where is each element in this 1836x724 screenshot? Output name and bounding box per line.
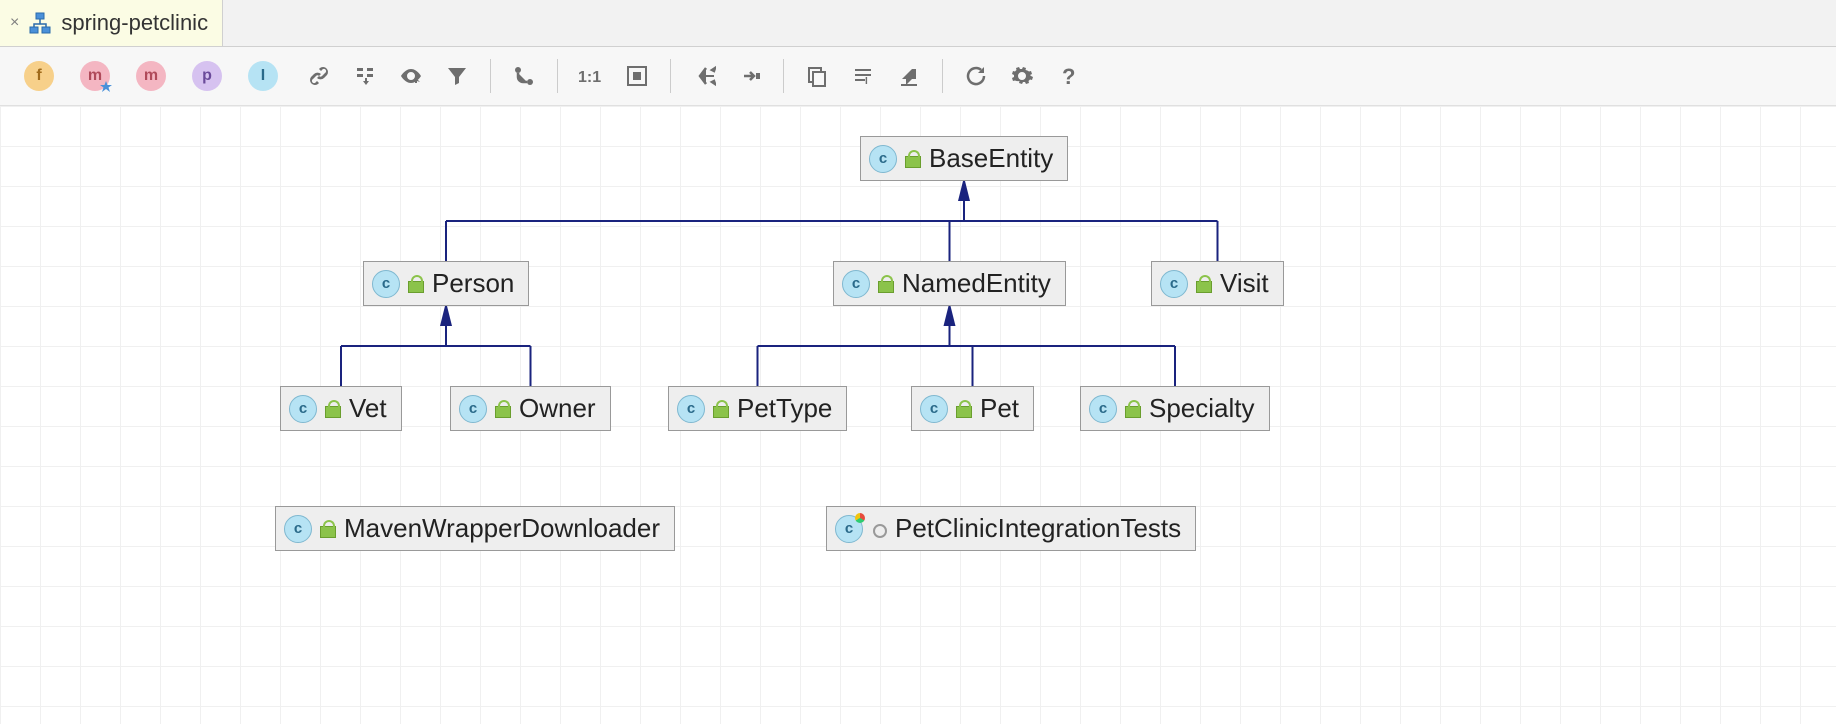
toolbar: fmmpI 1:1 I ? (0, 47, 1836, 106)
class-icon: c (372, 270, 400, 298)
fit-content-icon[interactable] (616, 55, 658, 97)
text-width-icon[interactable]: I (842, 55, 884, 97)
class-label: Person (432, 268, 514, 299)
class-label: Pet (980, 393, 1019, 424)
class-icon: c (677, 395, 705, 423)
scope-badge-f[interactable]: f (18, 55, 60, 97)
visibility-marker-icon (1196, 275, 1212, 293)
diagram-canvas[interactable]: c BaseEntity c Person c NamedEntity c Visit c Vet… (0, 106, 1836, 724)
visibility-marker-icon (905, 150, 921, 168)
collapse-icon[interactable] (729, 55, 771, 97)
svg-text:I: I (865, 76, 868, 87)
class-node-specialty[interactable]: c Specialty (1080, 386, 1270, 431)
class-label: MavenWrapperDownloader (344, 513, 660, 544)
refresh-icon[interactable] (955, 55, 997, 97)
layout-icon[interactable] (344, 55, 386, 97)
class-node-pet[interactable]: c Pet (911, 386, 1034, 431)
visibility-icon[interactable] (390, 55, 432, 97)
class-icon: c (284, 515, 312, 543)
class-icon: c (842, 270, 870, 298)
export-icon[interactable] (888, 55, 930, 97)
link-icon[interactable] (298, 55, 340, 97)
visibility-marker-icon (1125, 400, 1141, 418)
visibility-marker-icon (408, 275, 424, 293)
class-node-vet[interactable]: c Vet (280, 386, 402, 431)
tab-spring-petclinic[interactable]: × spring-petclinic (0, 0, 223, 46)
separator (783, 59, 784, 93)
visibility-marker-icon (495, 400, 511, 418)
split-icon[interactable] (683, 55, 725, 97)
separator (557, 59, 558, 93)
class-node-petclinic[interactable]: c PetClinicIntegrationTests (826, 506, 1196, 551)
class-icon: c (1089, 395, 1117, 423)
separator (942, 59, 943, 93)
class-icon: c (920, 395, 948, 423)
class-label: Specialty (1149, 393, 1255, 424)
filter-icon[interactable] (436, 55, 478, 97)
visibility-marker-icon (713, 400, 729, 418)
class-label: PetType (737, 393, 832, 424)
class-node-person[interactable]: c Person (363, 261, 529, 306)
svg-text:1:1: 1:1 (578, 69, 601, 86)
actual-size-icon[interactable]: 1:1 (570, 55, 612, 97)
copy-icon[interactable] (796, 55, 838, 97)
scope-badge-I[interactable]: I (242, 55, 284, 97)
visibility-marker-icon (320, 520, 336, 538)
class-icon: c (459, 395, 487, 423)
tab-bar: × spring-petclinic (0, 0, 1836, 47)
class-label: BaseEntity (929, 143, 1053, 174)
gear-icon[interactable] (1001, 55, 1043, 97)
separator (490, 59, 491, 93)
class-node-pettype[interactable]: c PetType (668, 386, 847, 431)
svg-text:?: ? (1062, 64, 1075, 88)
diagram-icon (29, 12, 51, 34)
class-label: Visit (1220, 268, 1269, 299)
class-icon: c (869, 145, 897, 173)
class-node-visit[interactable]: c Visit (1151, 261, 1284, 306)
visibility-marker-icon (878, 275, 894, 293)
class-label: Owner (519, 393, 596, 424)
visibility-marker-icon (325, 400, 341, 418)
test-class-icon: c (835, 515, 863, 543)
class-node-owner[interactable]: c Owner (450, 386, 611, 431)
class-icon: c (289, 395, 317, 423)
scope-badge-m[interactable]: m (130, 55, 172, 97)
class-node-baseentity[interactable]: c BaseEntity (860, 136, 1068, 181)
visibility-marker-icon (871, 520, 887, 538)
scope-badge-m[interactable]: m (74, 55, 116, 97)
route-icon[interactable] (503, 55, 545, 97)
class-label: PetClinicIntegrationTests (895, 513, 1181, 544)
visibility-marker-icon (956, 400, 972, 418)
class-label: Vet (349, 393, 387, 424)
separator (670, 59, 671, 93)
class-node-maven[interactable]: c MavenWrapperDownloader (275, 506, 675, 551)
scope-badge-p[interactable]: p (186, 55, 228, 97)
help-icon[interactable]: ? (1047, 55, 1089, 97)
class-icon: c (1160, 270, 1188, 298)
class-label: NamedEntity (902, 268, 1051, 299)
close-icon[interactable]: × (10, 14, 19, 32)
class-node-namedentity[interactable]: c NamedEntity (833, 261, 1066, 306)
tab-label: spring-petclinic (61, 10, 208, 36)
